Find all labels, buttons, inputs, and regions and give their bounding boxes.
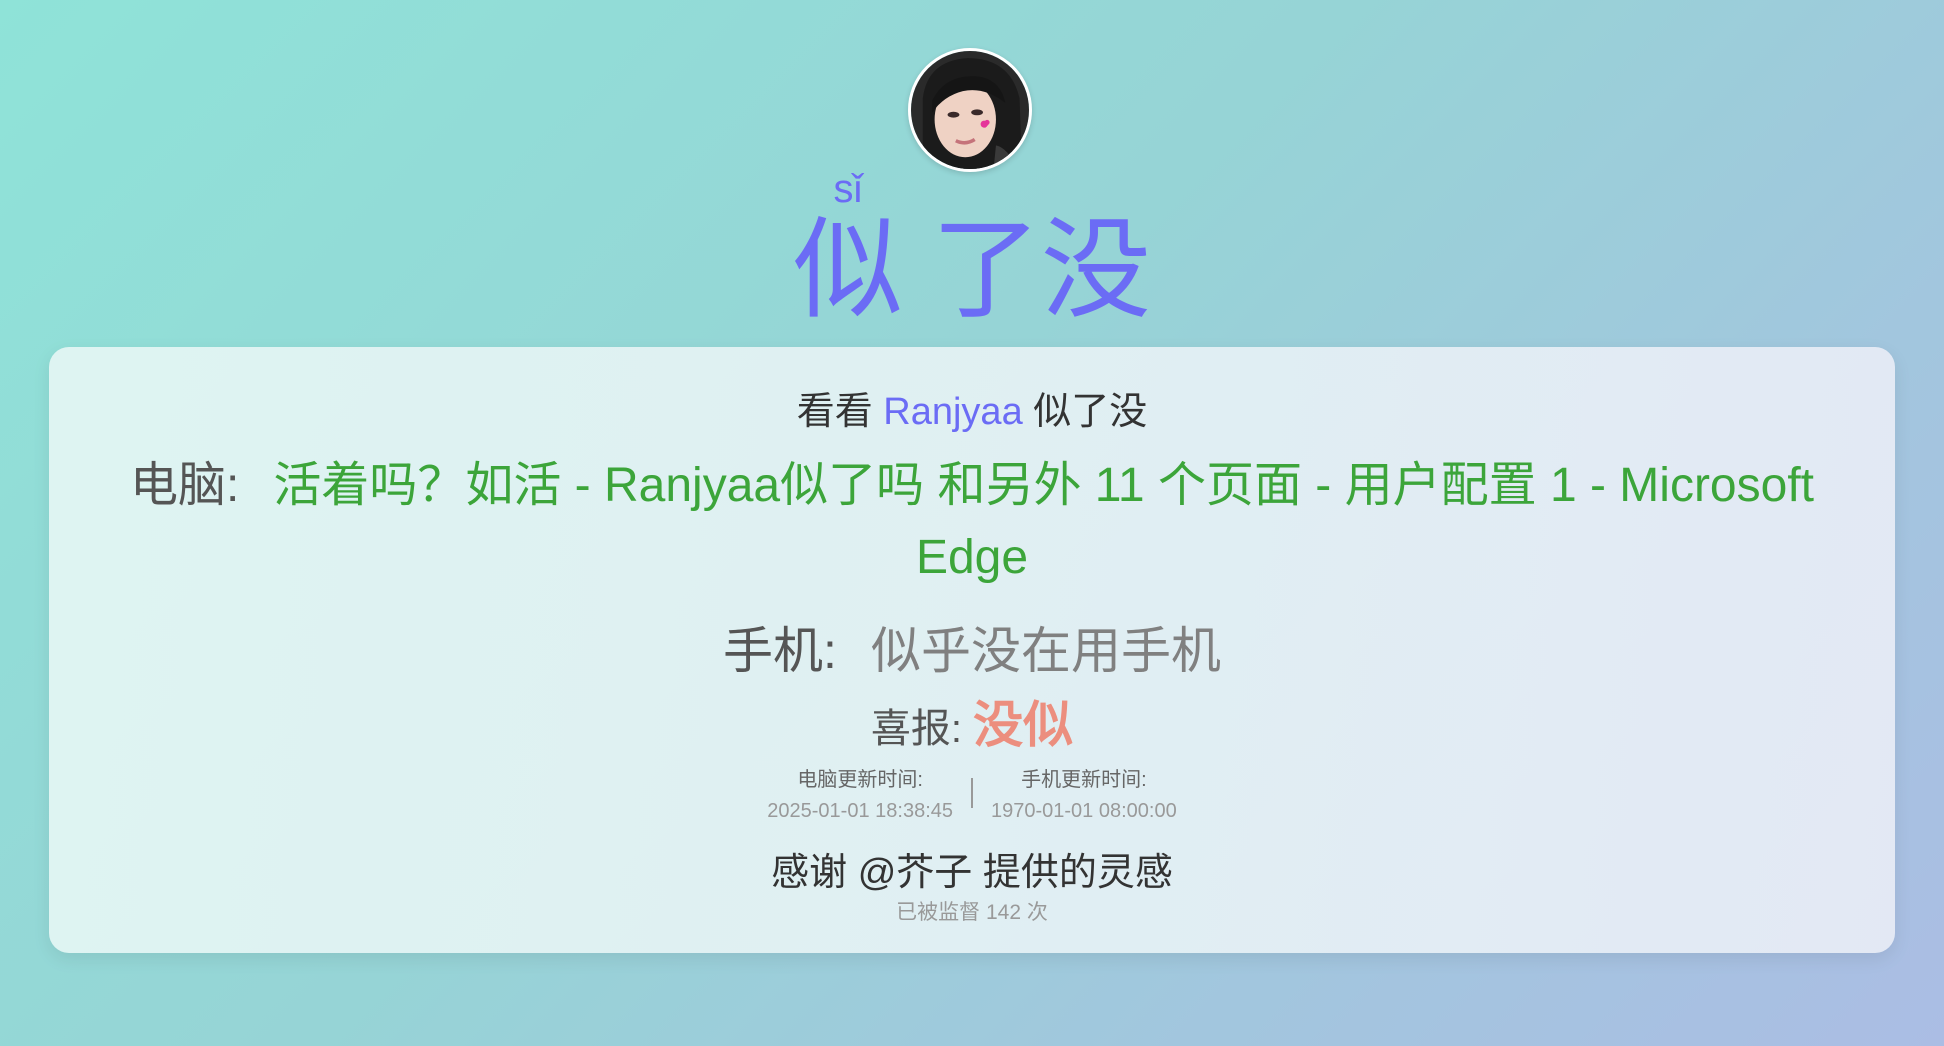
view-prefix: 看看 [796, 391, 873, 433]
thanks-text: 感谢 @芥子 提供的灵感 [771, 852, 1173, 894]
view-line: 看看 Ranjyaa 似了没 [49, 380, 1895, 435]
news-label: 喜报: [870, 707, 962, 751]
pc-label: 电脑: [130, 459, 240, 512]
visit-count: 已被监督 142 次 [896, 901, 1048, 924]
avatar [908, 48, 1032, 172]
news-status: 没似 [973, 697, 1074, 753]
phone-label: 手机: [723, 623, 837, 679]
title-rest: 了没 [931, 209, 1151, 332]
status-card: 看看 Ranjyaa 似了没 电脑: 活着吗？如活 - Ranjyaa似了吗 和另… [49, 347, 1895, 953]
pc-status: 活着吗？如活 - Ranjyaa似了吗 和另外 11 个页面 - 用户配置 1 … [273, 459, 1814, 584]
phone-update-time: 手机更新时间: 1970-01-01 08:00:00 [973, 763, 1195, 823]
pc-status-line: 电脑: 活着吗？如活 - Ranjyaa似了吗 和另外 11 个页面 - 用户配置… [119, 450, 1825, 594]
avatar-photo-icon [911, 51, 1029, 169]
phone-status-line: 手机: 似乎没在用手机 [49, 611, 1895, 683]
phone-update-label: 手机更新时间: [1021, 769, 1147, 791]
pc-update-label: 电脑更新时间: [797, 769, 923, 791]
page-title: 似sǐ了没 [0, 167, 1944, 326]
phone-update-value: 1970-01-01 08:00:00 [991, 800, 1177, 822]
title-char-with-pinyin: 似sǐ [793, 167, 903, 332]
update-times: 电脑更新时间: 2025-01-01 18:38:45 手机更新时间: 1970… [49, 763, 1895, 823]
news-line: 喜报: 没似 [49, 685, 1895, 757]
pc-update-time: 电脑更新时间: 2025-01-01 18:38:45 [749, 763, 971, 823]
pc-update-value: 2025-01-01 18:38:45 [767, 800, 953, 822]
view-suffix: 似了没 [1033, 391, 1148, 433]
user-name: Ranjyaa [883, 391, 1023, 433]
phone-status: 似乎没在用手机 [870, 623, 1221, 679]
